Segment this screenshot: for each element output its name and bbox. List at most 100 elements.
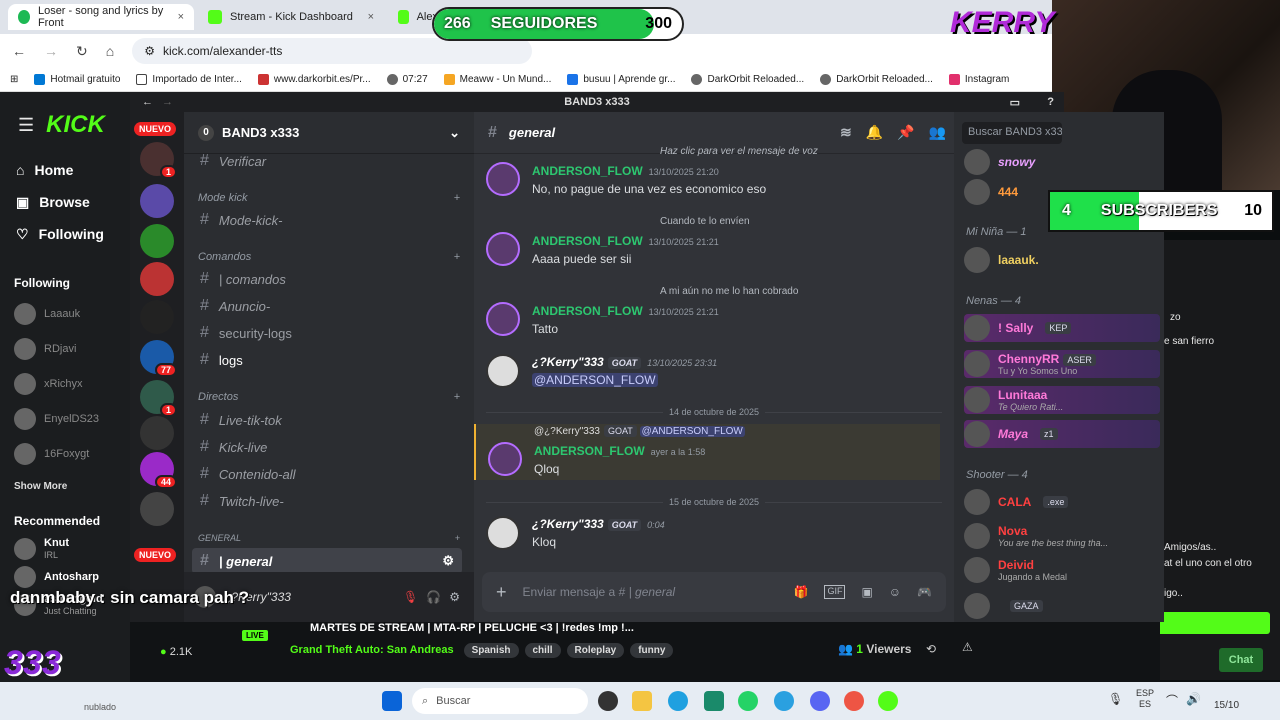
game-icon[interactable]: 🎮 bbox=[917, 585, 932, 599]
server-icon[interactable]: 1 bbox=[140, 142, 177, 179]
recommended-item[interactable]: Knut IRL bbox=[0, 534, 130, 564]
server-icon[interactable] bbox=[140, 492, 174, 526]
server-icon[interactable]: 44 bbox=[140, 452, 177, 489]
avatar[interactable] bbox=[486, 162, 520, 196]
reply-preview[interactable]: Cuando te lo envíen bbox=[660, 216, 750, 227]
message-author[interactable]: ANDERSON_FLOW 13/10/2025 21:21 bbox=[532, 304, 719, 318]
member-item[interactable]: GAZA bbox=[964, 592, 1160, 620]
category-mode-kick[interactable]: Mode kick + bbox=[198, 192, 460, 204]
close-icon[interactable]: × bbox=[178, 11, 184, 23]
message-author[interactable]: ANDERSON_FLOW ayer a la 1:58 bbox=[534, 444, 705, 458]
server-icon[interactable] bbox=[140, 416, 174, 450]
bookmark[interactable]: Hotmail gratuito bbox=[34, 74, 120, 85]
tag-pill[interactable]: Spanish bbox=[463, 643, 519, 658]
server-icon[interactable] bbox=[140, 224, 174, 258]
message-author[interactable]: ANDERSON_FLOW 13/10/2025 21:20 bbox=[532, 164, 719, 178]
member-item[interactable]: Lunitaaa Te Quiero Rati... bbox=[964, 386, 1160, 414]
tag-pill[interactable]: Roleplay bbox=[566, 643, 625, 658]
file-explorer-icon[interactable] bbox=[632, 691, 652, 711]
tab-kick-dashboard[interactable]: Stream - Kick Dashboard × bbox=[198, 4, 384, 30]
tag-pill[interactable]: funny bbox=[630, 643, 674, 658]
recommended-item[interactable]: Antosharp bbox=[0, 564, 130, 590]
sticker-icon[interactable]: ▣ bbox=[861, 585, 872, 599]
menu-icon[interactable]: ☰ bbox=[18, 115, 34, 136]
channel-kick-live[interactable]: # Kick-live bbox=[192, 434, 462, 460]
bookmark[interactable]: Meaww - Un Mund... bbox=[443, 74, 551, 85]
home-icon[interactable]: ⌂ bbox=[106, 43, 114, 59]
add-channel-icon[interactable]: + bbox=[454, 391, 460, 403]
nav-following[interactable]: ♡ Following bbox=[0, 218, 130, 250]
following-item[interactable]: RDjavi bbox=[0, 331, 130, 366]
avatar[interactable] bbox=[486, 354, 520, 388]
member-item[interactable]: Maya z1 bbox=[964, 420, 1160, 448]
bookmark[interactable]: DarkOrbit Reloaded... bbox=[820, 74, 933, 85]
member-item[interactable]: ChennyRR ASER Tu y Yo Somos Uno bbox=[964, 350, 1160, 378]
gift-icon[interactable]: 🎁 bbox=[793, 585, 808, 599]
nav-browse[interactable]: ▣ Browse bbox=[0, 186, 130, 218]
member-item[interactable]: Nova You are the best thing tha... bbox=[964, 522, 1160, 550]
channel-verificar[interactable]: # Verificar bbox=[192, 148, 462, 174]
back-icon[interactable]: ← bbox=[12, 43, 26, 59]
bookmark-folder[interactable]: Importado de Inter... bbox=[136, 74, 242, 85]
add-attachment-icon[interactable]: + bbox=[496, 582, 507, 603]
server-icon[interactable] bbox=[140, 184, 174, 218]
threads-icon[interactable]: ≋ bbox=[840, 124, 852, 141]
volume-icon[interactable]: 🔊 bbox=[1186, 692, 1201, 706]
inbox-icon[interactable]: ▭ bbox=[1010, 96, 1020, 109]
discord-icon[interactable] bbox=[810, 691, 830, 711]
message-author[interactable]: ¿?Kerry"333 GOAT 13/10/2025 23:31 bbox=[532, 355, 717, 369]
avatar[interactable] bbox=[486, 302, 520, 336]
message-author[interactable]: ¿?Kerry"333 GOAT 0:04 bbox=[532, 517, 665, 531]
member-item[interactable]: CALA .exe bbox=[964, 488, 1160, 516]
app-icon[interactable] bbox=[704, 691, 724, 711]
channel-anuncio[interactable]: # Anuncio- bbox=[192, 293, 462, 319]
channel-twitch-live[interactable]: # Twitch-live- bbox=[192, 488, 462, 514]
member-item[interactable]: Deivid Jugando a Medal bbox=[964, 556, 1160, 584]
show-more-link[interactable]: Show More bbox=[0, 471, 130, 492]
back-icon[interactable]: ← bbox=[142, 96, 153, 108]
site-info-icon[interactable]: ⚙ bbox=[144, 44, 155, 58]
members-icon[interactable]: 👥 bbox=[929, 124, 946, 141]
server-search-input[interactable]: Buscar BAND3 x33 bbox=[962, 122, 1062, 144]
share-icon[interactable]: ⟲ bbox=[926, 642, 936, 656]
wifi-icon[interactable]: ⌒ bbox=[1166, 692, 1178, 709]
message-composer[interactable]: + Enviar mensaje a # | general 🎁 GIF ▣ ☺… bbox=[482, 572, 946, 612]
following-item[interactable]: 16Foxygt bbox=[0, 436, 130, 471]
following-item[interactable]: Laaauk bbox=[0, 296, 130, 331]
apps-icon[interactable]: ⊞ bbox=[10, 74, 18, 85]
nav-home[interactable]: ⌂ Home bbox=[0, 154, 130, 186]
settings-icon[interactable]: ⚙ bbox=[449, 590, 460, 604]
server-icon[interactable]: 77 bbox=[140, 340, 177, 377]
add-channel-icon[interactable]: + bbox=[455, 533, 460, 543]
headset-muted-icon[interactable]: 🎧 bbox=[426, 590, 441, 604]
emoji-icon[interactable]: ☺ bbox=[889, 585, 901, 599]
forward-icon[interactable]: → bbox=[44, 43, 58, 59]
forward-icon[interactable]: → bbox=[162, 96, 173, 108]
lang-indicator[interactable]: ESP ES bbox=[1136, 688, 1154, 710]
category-comandos[interactable]: Comandos + bbox=[198, 251, 460, 263]
edge-icon[interactable] bbox=[668, 691, 688, 711]
following-item[interactable]: EnyelDS23 bbox=[0, 401, 130, 436]
reply-preview[interactable]: A mi aún no me lo han cobrado bbox=[660, 286, 798, 297]
bell-icon[interactable]: 🔔 bbox=[866, 124, 883, 141]
windows-start-icon[interactable] bbox=[382, 691, 402, 711]
reply-preview[interactable]: Haz clic para ver el mensaje de voz bbox=[660, 146, 818, 157]
taskbar-search[interactable]: ⌕ Buscar bbox=[412, 688, 588, 714]
bookmark[interactable]: 07:27 bbox=[386, 74, 428, 85]
bookmark[interactable]: DarkOrbit Reloaded... bbox=[691, 74, 804, 85]
bookmark[interactable]: www.darkorbit.es/Pr... bbox=[257, 74, 371, 85]
server-icon[interactable] bbox=[140, 300, 174, 334]
bookmark[interactable]: Instagram bbox=[948, 74, 1009, 85]
member-item[interactable]: laaauk. bbox=[964, 246, 1160, 274]
add-channel-icon[interactable]: + bbox=[454, 192, 460, 204]
channel-security-logs[interactable]: # security-logs bbox=[192, 320, 462, 346]
channel-comandos[interactable]: # | comandos bbox=[192, 266, 462, 292]
pin-icon[interactable]: 📌 bbox=[897, 124, 914, 141]
help-icon[interactable]: ? bbox=[1047, 96, 1054, 108]
server-icon[interactable] bbox=[140, 262, 174, 296]
member-item[interactable]: ! Sally KEP bbox=[964, 314, 1160, 342]
member-item[interactable]: snowy bbox=[964, 148, 1160, 176]
channel-general[interactable]: # | general ⚙ bbox=[192, 548, 462, 574]
app-icon[interactable] bbox=[878, 691, 898, 711]
avatar[interactable] bbox=[486, 516, 520, 550]
